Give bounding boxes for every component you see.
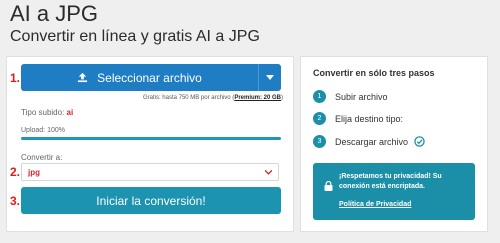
steps-title: Convertir en sólo tres pasos (313, 68, 435, 78)
chevron-down-icon (266, 75, 274, 80)
select-file-label: Seleccionar archivo (97, 70, 202, 85)
target-format-select[interactable]: jpg (21, 163, 279, 181)
page-subtitle: Convertir en línea y gratis AI a JPG (10, 28, 260, 45)
upload-status: Upload: 100% (21, 127, 65, 134)
upload-progress-fill (21, 137, 281, 140)
step-number: 1 (313, 90, 326, 103)
step-item: 2 Elija destino tipo: (313, 112, 403, 125)
file-size-limit-note: Gratis: hasta 750 MB por archivo (Premiu… (143, 95, 283, 101)
uploaded-type-value: ai (66, 108, 74, 117)
lock-icon (324, 178, 333, 196)
select-file-button[interactable]: Seleccionar archivo (21, 64, 281, 91)
step-number: 2 (313, 112, 326, 125)
privacy-text: ¡Respetamos tu privacidad! Su conexión e… (339, 173, 442, 191)
converter-card: 1. Seleccionar archivo Gratis: hasta 750… (6, 56, 294, 232)
step-label: Subir archivo (335, 91, 388, 102)
step-item: 1 Subir archivo (313, 90, 388, 103)
limit-note-text: Gratis: hasta 750 MB por archivo ( (142, 95, 235, 101)
step-item: 3 Descargar archivo (313, 135, 425, 148)
convert-to-label: Convertir a: (21, 153, 63, 162)
upload-progress-bar (21, 137, 281, 140)
privacy-notice: ¡Respetamos tu privacidad! Su conexión e… (313, 163, 475, 220)
upload-icon (77, 72, 88, 83)
step-number: 3 (313, 135, 326, 148)
step-marker-2: 2. (10, 165, 21, 179)
step-label: Elija destino tipo: (335, 113, 404, 124)
selected-format: jpg (28, 167, 40, 177)
uploaded-type: Tipo subido: ai (21, 108, 73, 117)
steps-card: Convertir en sólo tres pasos 1 Subir arc… (300, 56, 488, 232)
start-conversion-button[interactable]: Iniciar la conversión! (21, 187, 281, 214)
check-circle-icon (414, 136, 425, 147)
chevron-down-icon (265, 169, 272, 175)
uploaded-type-label: Tipo subido: (21, 108, 65, 117)
step-marker-3: 3. (10, 194, 21, 208)
select-file-dropdown[interactable] (258, 64, 281, 91)
privacy-policy-link[interactable]: Política de Privacidad (339, 201, 411, 208)
premium-link[interactable]: Premium: 20 GB (234, 95, 281, 101)
limit-note-close: ) (281, 95, 283, 101)
step-label: Descargar archivo (335, 136, 409, 147)
page-title: AI a JPG (10, 1, 99, 26)
step-marker-1: 1. (10, 71, 21, 85)
